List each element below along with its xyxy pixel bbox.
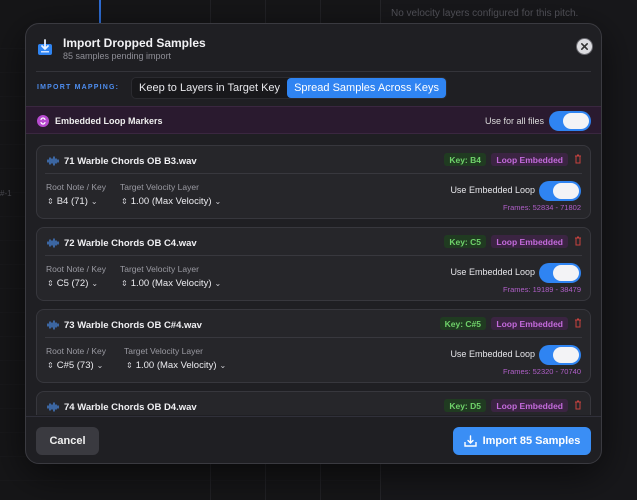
toggle-knob — [553, 347, 579, 363]
sample-filename: 74 Warble Chords OB D4.wav — [64, 402, 197, 413]
loop-frames: Frames: 19189 - 38479 — [503, 285, 581, 294]
root-note-value: C#5 (73) — [56, 360, 94, 371]
updown-icon: ⇕ — [47, 361, 54, 370]
toggle-knob — [553, 265, 579, 281]
use-embedded-loop-label: Use Embedded Loop — [450, 267, 535, 277]
velocity-select[interactable]: ⇕ 1.00 (Max Velocity) ⌄ — [126, 360, 226, 371]
chevron-down-icon: ⌄ — [214, 279, 222, 288]
velocity-select[interactable]: ⇕ 1.00 (Max Velocity) ⌄ — [121, 196, 221, 207]
root-note-label: Root Note / Key — [46, 264, 107, 274]
velocity-value: 1.00 (Max Velocity) — [135, 360, 217, 371]
dialog-header: Import Dropped Samples 85 samples pendin… — [26, 24, 601, 71]
sample-card: 72 Warble Chords OB C4.wav Key: C5 Loop … — [36, 227, 591, 301]
use-for-all-toggle[interactable] — [549, 111, 591, 131]
chevron-down-icon: ⌄ — [96, 361, 104, 370]
updown-icon: ⇕ — [47, 197, 54, 206]
loop-frames: Frames: 52834 - 71802 — [503, 203, 581, 212]
use-embedded-loop-toggle[interactable] — [539, 181, 581, 201]
pitch-marker: #-1 — [0, 189, 12, 198]
root-note-value: B4 (71) — [56, 196, 88, 207]
card-divider — [45, 173, 582, 174]
header-divider — [36, 71, 591, 72]
updown-icon: ⇕ — [121, 279, 128, 288]
import-tray-icon — [463, 435, 477, 447]
key-badge: Key: D5 — [444, 399, 486, 412]
cancel-button[interactable]: Cancel — [36, 427, 99, 455]
trash-icon[interactable] — [574, 154, 582, 164]
sample-card: 71 Warble Chords OB B3.wav Key: B4 Loop … — [36, 145, 591, 219]
root-note-select[interactable]: ⇕ B4 (71) ⌄ — [47, 196, 98, 207]
waveform-icon — [47, 320, 59, 330]
sample-filename: 73 Warble Chords OB C#4.wav — [64, 320, 202, 331]
loop-embedded-badge: Loop Embedded — [491, 235, 568, 248]
import-mapping-label: IMPORT MAPPING: — [37, 84, 120, 91]
dialog-subtitle: 85 samples pending import — [63, 51, 172, 61]
root-note-label: Root Note / Key — [46, 346, 107, 356]
use-embedded-loop-label: Use Embedded Loop — [450, 349, 535, 359]
sample-list[interactable]: 71 Warble Chords OB B3.wav Key: B4 Loop … — [36, 145, 591, 415]
mapping-segmented-control: Keep to Layers in Target Key Spread Samp… — [131, 77, 447, 99]
use-embedded-loop-toggle[interactable] — [539, 345, 581, 365]
use-embedded-loop-label: Use Embedded Loop — [450, 185, 535, 195]
import-mapping-row: IMPORT MAPPING: Keep to Layers in Target… — [36, 76, 591, 99]
import-tray-icon — [38, 39, 52, 55]
root-note-select[interactable]: ⇕ C5 (72) ⌄ — [47, 278, 98, 289]
trash-icon[interactable] — [574, 236, 582, 246]
toggle-knob — [563, 113, 589, 129]
dialog-footer: Cancel Import 85 Samples — [26, 416, 601, 463]
loop-embedded-badge: Loop Embedded — [491, 153, 568, 166]
root-note-label: Root Note / Key — [46, 182, 107, 192]
sample-filename: 72 Warble Chords OB C4.wav — [64, 238, 197, 249]
velocity-select[interactable]: ⇕ 1.00 (Max Velocity) ⌄ — [121, 278, 221, 289]
close-button[interactable] — [576, 38, 593, 55]
card-divider — [45, 337, 582, 338]
velocity-value: 1.00 (Max Velocity) — [130, 196, 212, 207]
sample-card: 73 Warble Chords OB C#4.wav Key: C#5 Loo… — [36, 309, 591, 383]
target-velocity-label: Target Velocity Layer — [124, 346, 203, 356]
use-for-all-label: Use for all files — [484, 116, 544, 126]
trash-icon[interactable] — [574, 318, 582, 328]
loop-icon — [37, 115, 49, 127]
card-divider — [45, 255, 582, 256]
import-dialog: Import Dropped Samples 85 samples pendin… — [25, 23, 602, 464]
updown-icon: ⇕ — [47, 279, 54, 288]
waveform-icon — [47, 402, 59, 412]
use-embedded-loop-toggle[interactable] — [539, 263, 581, 283]
root-note-select[interactable]: ⇕ C#5 (73) ⌄ — [47, 360, 103, 371]
key-badge: Key: C5 — [444, 235, 486, 248]
toggle-knob — [553, 183, 579, 199]
sample-card: 74 Warble Chords OB D4.wav Key: D5 Loop … — [36, 391, 591, 415]
sample-filename: 71 Warble Chords OB B3.wav — [64, 156, 197, 167]
chevron-down-icon: ⌄ — [219, 361, 227, 370]
key-badge: Key: C#5 — [439, 317, 486, 330]
loop-embedded-badge: Loop Embedded — [491, 399, 568, 412]
target-velocity-label: Target Velocity Layer — [120, 264, 199, 274]
loop-embedded-badge: Loop Embedded — [491, 317, 568, 330]
loop-frames: Frames: 52320 - 70740 — [503, 367, 581, 376]
waveform-icon — [47, 156, 59, 166]
close-icon — [580, 42, 589, 51]
updown-icon: ⇕ — [121, 197, 128, 206]
embedded-loop-markers-bar: Embedded Loop Markers Use for all files — [26, 106, 601, 134]
empty-layers-message: No velocity layers configured for this p… — [391, 8, 579, 19]
chevron-down-icon: ⌄ — [90, 197, 98, 206]
mapping-option-spread-keys[interactable]: Spread Samples Across Keys — [287, 78, 446, 98]
dialog-title: Import Dropped Samples — [63, 36, 206, 50]
chevron-down-icon: ⌄ — [214, 197, 222, 206]
updown-icon: ⇕ — [126, 361, 133, 370]
mapping-option-keep-layers[interactable]: Keep to Layers in Target Key — [132, 78, 287, 98]
import-button[interactable]: Import 85 Samples — [453, 427, 591, 455]
import-button-label: Import 85 Samples — [482, 435, 581, 447]
trash-icon[interactable] — [574, 400, 582, 410]
root-note-value: C5 (72) — [56, 278, 89, 289]
velocity-value: 1.00 (Max Velocity) — [130, 278, 212, 289]
playhead — [99, 0, 101, 25]
key-badge: Key: B4 — [444, 153, 486, 166]
embedded-loop-markers-label: Embedded Loop Markers — [55, 116, 163, 126]
waveform-icon — [47, 238, 59, 248]
chevron-down-icon: ⌄ — [91, 279, 99, 288]
target-velocity-label: Target Velocity Layer — [120, 182, 199, 192]
